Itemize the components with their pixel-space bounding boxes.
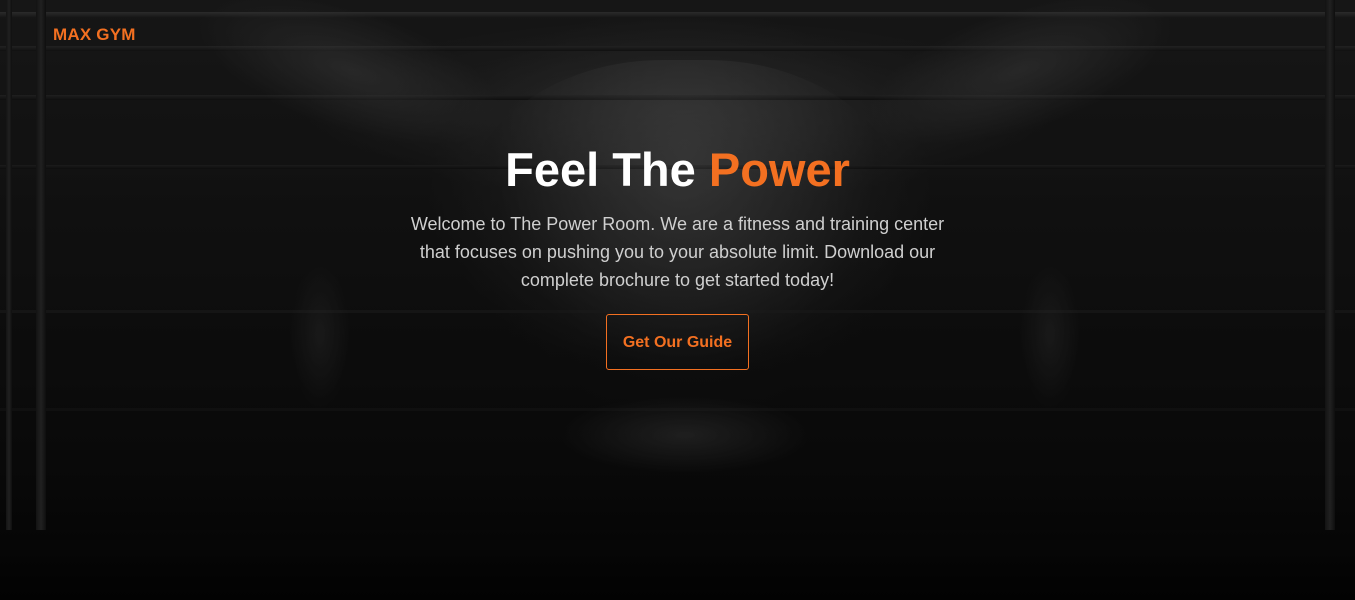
hero-headline: Feel The Power xyxy=(0,140,1355,200)
hero-section: MAX GYM Feel The Power Welcome to The Po… xyxy=(0,0,1355,600)
headline-text: Feel The xyxy=(505,143,709,196)
intro-line: Welcome to The Power Room. We are a fitn… xyxy=(410,214,945,234)
headline-accent-text: Power xyxy=(708,143,850,196)
hero-intro: Welcome to The Power Room. We are a fitn… xyxy=(398,210,958,294)
hero-content: Feel The Power Welcome to The Power Room… xyxy=(0,140,1355,370)
brand-logo[interactable]: MAX GYM xyxy=(53,25,136,45)
intro-line: that focuses on pushing you to your abso… xyxy=(419,242,936,262)
get-guide-button[interactable]: Get Our Guide xyxy=(605,314,750,370)
intro-line: complete brochure to get started today! xyxy=(520,270,835,290)
